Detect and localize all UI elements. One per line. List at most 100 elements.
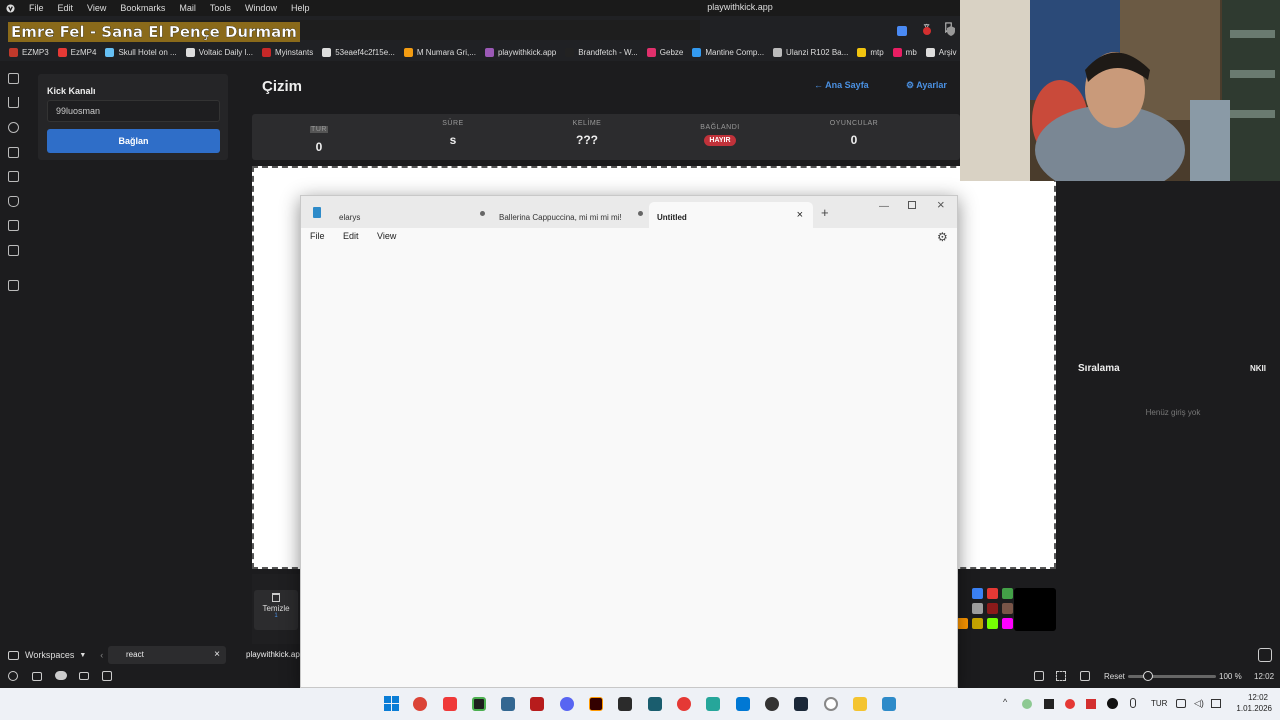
vivaldi-logo-icon[interactable] [6, 3, 15, 13]
calendar-icon[interactable] [102, 671, 112, 681]
color-swatch[interactable] [1002, 588, 1013, 599]
mail-status-icon[interactable] [79, 672, 89, 680]
chevron-left-icon[interactable]: ‹ [100, 650, 103, 660]
chevron-down-icon[interactable]: ▼ [79, 652, 86, 659]
add-panel-icon[interactable] [8, 280, 19, 291]
notepad-text-area[interactable] [301, 250, 957, 687]
color-swatch[interactable] [972, 603, 983, 614]
downloads-icon[interactable] [8, 97, 19, 108]
menu-bookmarks[interactable]: Bookmarks [120, 3, 165, 13]
discord-taskbar-icon[interactable] [560, 697, 574, 711]
tray-app-icon-2[interactable] [1044, 699, 1054, 709]
page-actions-icon[interactable] [1080, 671, 1090, 681]
tiling-icon[interactable] [1056, 671, 1066, 681]
history-icon[interactable] [8, 122, 19, 133]
media-taskbar-icon[interactable] [677, 697, 691, 711]
outlook-taskbar-icon[interactable] [736, 697, 750, 711]
menu-mail[interactable]: Mail [179, 3, 196, 13]
explorer-taskbar-icon[interactable] [853, 697, 867, 711]
bookmark-item[interactable]: Myinstants [261, 47, 313, 57]
notes-icon[interactable] [8, 147, 19, 158]
menu-window[interactable]: Window [245, 3, 277, 13]
bookmark-item[interactable]: 53eaef4c2f15e... [322, 47, 395, 57]
tray-app-icon-3[interactable] [1086, 699, 1096, 709]
bookmark-item[interactable]: Mantine Comp... [692, 47, 764, 57]
bookmark-item[interactable]: mtp [857, 47, 884, 57]
battery-icon[interactable] [1211, 699, 1221, 708]
bookmark-item[interactable]: Skull Hotel on ... [105, 47, 177, 57]
menu-help[interactable]: Help [291, 3, 310, 13]
panel-toggle-icon[interactable] [32, 672, 42, 681]
color-swatch[interactable] [987, 618, 998, 629]
notepad-tab-1[interactable]: elarys [331, 202, 491, 228]
volume-icon[interactable]: ◁) [1194, 698, 1204, 709]
bookmark-item[interactable]: Arşiv [925, 47, 957, 57]
bookmark-item[interactable]: M Numara Gri,... [403, 47, 476, 57]
input-language[interactable]: TUR [1151, 699, 1167, 708]
window-panel-icon[interactable] [8, 220, 19, 231]
tab-close-icon[interactable]: × [797, 209, 803, 221]
downloads-status-icon[interactable] [1258, 648, 1272, 662]
phone-link-taskbar-icon[interactable] [706, 697, 720, 711]
notepad-taskbar-icon[interactable] [882, 697, 896, 711]
davinci-taskbar-icon[interactable] [618, 697, 632, 711]
color-swatch[interactable] [987, 603, 998, 614]
menu-file[interactable]: File [29, 3, 44, 13]
bookmarks-panel-icon[interactable] [8, 73, 19, 84]
tab-react[interactable]: react × [108, 646, 226, 664]
sync-icon[interactable] [8, 671, 18, 681]
color-swatch[interactable] [957, 618, 968, 629]
translate-panel-icon[interactable] [8, 171, 19, 182]
bookmark-item[interactable]: Gebze [646, 47, 683, 57]
microphone-icon[interactable] [1130, 698, 1136, 708]
extension-record-icon[interactable] [921, 25, 933, 37]
app-taskbar-icon[interactable] [648, 697, 662, 711]
mail-icon[interactable] [8, 245, 19, 256]
bookmark-item[interactable]: mb [892, 47, 917, 57]
bookmark-item[interactable]: EzMP4 [57, 47, 96, 57]
start-button[interactable] [384, 696, 399, 711]
chrome-taskbar-icon[interactable] [413, 697, 427, 711]
home-link[interactable]: ← Ana Sayfa [814, 80, 869, 90]
color-swatch[interactable] [1002, 603, 1013, 614]
kick-channel-input[interactable]: 99luosman [47, 100, 220, 122]
zoom-reset-button[interactable]: Reset [1104, 672, 1125, 681]
color-swatch[interactable] [987, 588, 998, 599]
bookmark-item[interactable]: Brandfetch - W... [565, 47, 638, 57]
zoom-slider[interactable] [1128, 675, 1216, 678]
bookmark-item[interactable]: Voltaic Daily l... [185, 47, 253, 57]
workspaces-icon[interactable] [8, 650, 19, 660]
minimize-icon[interactable]: — [879, 201, 889, 212]
bookmark-item[interactable]: Ulanzi R102 Ba... [773, 47, 848, 57]
workspaces-label[interactable]: Workspaces [25, 650, 74, 660]
color-swatch[interactable] [972, 618, 983, 629]
clear-button[interactable]: Temizle 1 [254, 590, 298, 630]
settings-link[interactable]: ⚙ Ayarlar [906, 80, 947, 91]
network-icon[interactable] [1176, 699, 1186, 708]
close-icon[interactable]: × [937, 197, 945, 212]
cloud-icon[interactable] [55, 671, 67, 680]
bookmark-item[interactable]: EZMP3 [9, 47, 49, 57]
extension-shield-icon[interactable] [945, 25, 957, 37]
filezilla-taskbar-icon[interactable] [530, 697, 544, 711]
zoom-slider-handle[interactable] [1143, 671, 1153, 681]
steam-taskbar-icon[interactable] [794, 697, 808, 711]
tray-app-icon[interactable] [1022, 699, 1032, 709]
color-swatch[interactable] [972, 588, 983, 599]
maximize-icon[interactable] [908, 201, 916, 209]
notepad-settings-gear-icon[interactable]: ⚙ [937, 230, 948, 244]
connect-button[interactable]: Bağlan [47, 129, 220, 153]
github-taskbar-icon[interactable] [765, 697, 779, 711]
menu-edit[interactable]: Edit [58, 3, 74, 13]
menu-view[interactable]: View [87, 3, 106, 13]
notepad-menu-edit[interactable]: Edit [343, 231, 359, 241]
notepad-tab-2[interactable]: Ballerina Cappuccina, mi mi mi mi! [491, 202, 649, 228]
taskbar-clock[interactable]: 12:02 1.01.2026 [1228, 692, 1278, 714]
new-tab-icon[interactable]: + [821, 205, 829, 220]
illustrator-taskbar-icon[interactable] [589, 697, 603, 711]
tab-close-icon[interactable]: × [214, 649, 220, 660]
capture-icon[interactable] [1034, 671, 1044, 681]
postgres-taskbar-icon[interactable] [501, 697, 515, 711]
bookmark-item[interactable]: playwithkick.app [484, 47, 556, 57]
tray-record-icon[interactable] [1065, 699, 1075, 709]
